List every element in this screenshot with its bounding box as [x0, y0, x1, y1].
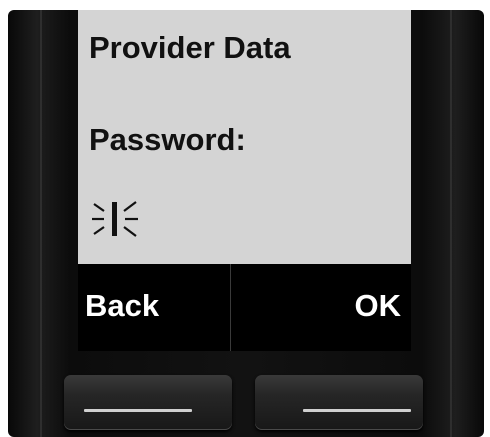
password-label: Password: — [89, 122, 246, 157]
softkey-divider — [230, 264, 231, 351]
left-hardware-softkey-button[interactable] — [64, 375, 232, 430]
back-softkey[interactable]: Back — [85, 288, 159, 324]
bezel-edge-right — [450, 10, 452, 437]
right-softkey-line-icon — [303, 409, 411, 412]
blinking-text-cursor-icon — [92, 201, 138, 237]
screen-title: Provider Data — [89, 30, 291, 65]
phone-screen-view: Provider Data Password: Back OK — [0, 0, 490, 437]
softkey-bar: Back OK — [78, 264, 411, 351]
display-screen: Provider Data Password: Back OK — [78, 10, 411, 351]
right-hardware-softkey-button[interactable] — [255, 375, 423, 430]
password-input[interactable] — [90, 190, 144, 250]
ok-softkey[interactable]: OK — [355, 288, 402, 324]
bezel-edge-left — [40, 10, 42, 437]
left-softkey-line-icon — [84, 409, 192, 412]
